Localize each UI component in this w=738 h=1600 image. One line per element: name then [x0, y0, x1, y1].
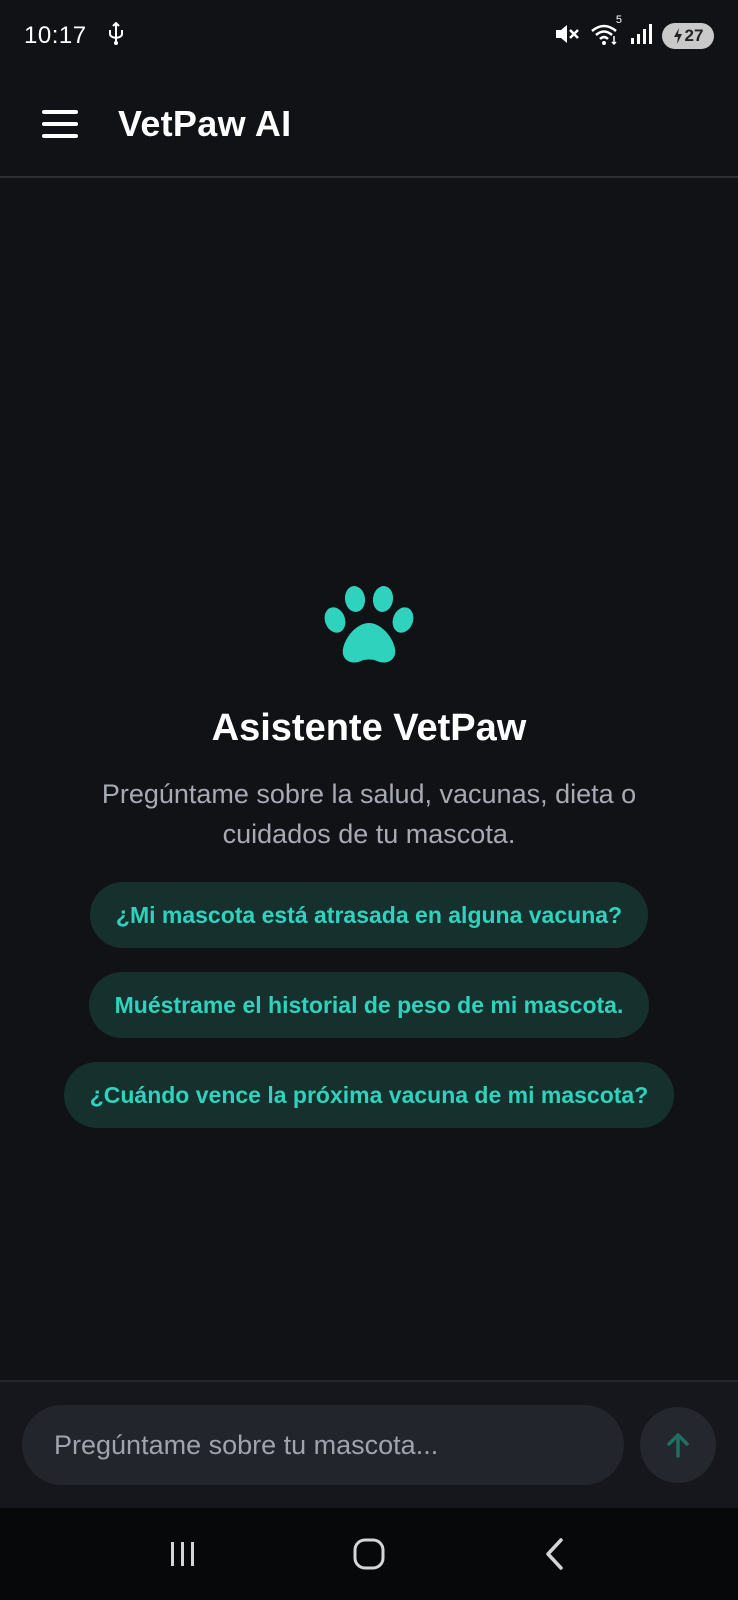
usb-icon — [107, 21, 125, 51]
arrow-up-icon — [667, 1433, 689, 1458]
hamburger-menu-icon[interactable] — [42, 110, 80, 138]
signal-icon — [630, 23, 652, 50]
wifi-icon: 5 — [590, 14, 622, 51]
message-composer — [0, 1380, 738, 1508]
status-bar: 10:17 5 27 — [0, 0, 738, 72]
wifi-badge: 5 — [615, 13, 622, 26]
suggestion-chip-vaccine-overdue[interactable]: ¿Mi mascota está atrasada en alguna vacu… — [89, 882, 649, 948]
home-icon[interactable] — [339, 1524, 399, 1584]
suggestion-list: ¿Mi mascota está atrasada en alguna vacu… — [63, 882, 675, 1128]
app-title: VetPaw AI — [118, 103, 292, 144]
status-left: 10:17 — [24, 21, 125, 51]
mute-icon — [554, 22, 580, 51]
assistant-title: Asistente VetPaw — [211, 707, 527, 749]
suggestion-chip-weight-history[interactable]: Muéstrame el historial de peso de mi mas… — [88, 972, 650, 1038]
message-input[interactable] — [22, 1405, 624, 1485]
battery-level: 27 — [684, 26, 704, 45]
status-time: 10:17 — [24, 22, 87, 49]
suggestion-chip-next-vaccine[interactable]: ¿Cuándo vence la próxima vacuna de mi ma… — [63, 1062, 675, 1128]
app-bar: VetPaw AI — [0, 72, 738, 178]
empty-state: Asistente VetPaw Pregúntame sobre la sal… — [0, 585, 738, 1128]
status-right: 5 27 — [554, 14, 714, 51]
recents-icon[interactable] — [153, 1524, 213, 1584]
back-icon[interactable] — [525, 1524, 585, 1584]
system-nav-bar — [0, 1508, 738, 1600]
paw-icon — [324, 586, 414, 663]
send-button[interactable] — [640, 1407, 716, 1483]
battery-icon: 27 — [662, 23, 714, 49]
screen: 10:17 5 27 VetPaw AI Asistente VetPaw Pr… — [0, 0, 738, 1600]
assistant-description: Pregúntame sobre la salud, vacunas, diet… — [101, 779, 637, 849]
